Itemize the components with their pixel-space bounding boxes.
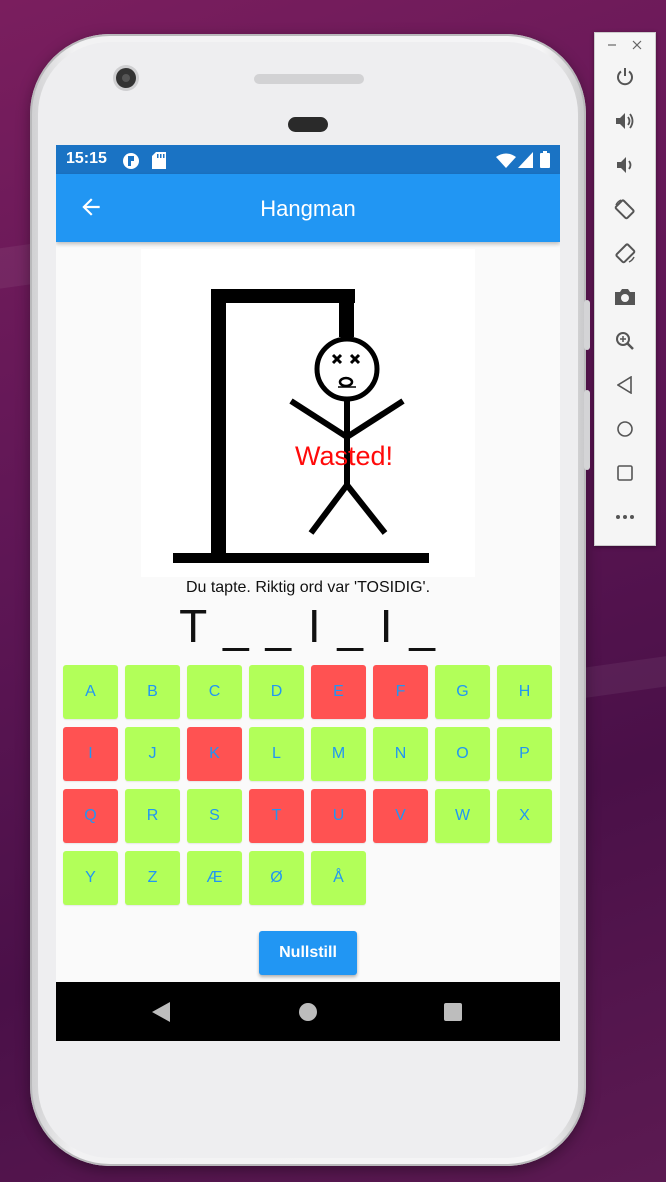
app-title: Hangman	[260, 196, 356, 221]
letter-key-n[interactable]: N	[373, 727, 428, 781]
front-camera	[116, 68, 136, 88]
rotate-right-button[interactable]	[609, 237, 641, 269]
volume-down-button[interactable]	[609, 149, 641, 181]
emulator-toolbar	[594, 32, 656, 546]
more-button[interactable]	[609, 501, 641, 533]
letter-key-v[interactable]: V	[373, 789, 428, 843]
letter-key-æ[interactable]: Æ	[187, 851, 242, 905]
rotate-left-button[interactable]	[609, 193, 641, 225]
letter-key-j[interactable]: J	[125, 727, 180, 781]
letter-key-ø[interactable]: Ø	[249, 851, 304, 905]
letter-key-s[interactable]: S	[187, 789, 242, 843]
wifi-icon	[496, 153, 516, 168]
letter-key-u[interactable]: U	[311, 789, 366, 843]
phone-speaker	[254, 74, 364, 84]
word-display: T _ _ I _ I _	[179, 600, 437, 652]
status-time: 15:15	[66, 150, 107, 167]
app-notification-icon	[123, 153, 139, 169]
phone-power-button	[584, 300, 590, 350]
letter-key-h[interactable]: H	[497, 665, 552, 719]
app-bar: Hangman	[56, 174, 560, 242]
figure-head	[314, 336, 380, 402]
sd-card-icon	[152, 152, 166, 169]
letter-key-r[interactable]: R	[125, 789, 180, 843]
back-icon	[617, 376, 632, 394]
nav-back-icon[interactable]	[152, 1002, 170, 1022]
reset-button[interactable]: Nullstill	[259, 931, 357, 975]
close-icon[interactable]	[632, 40, 642, 50]
screenshot-button[interactable]	[609, 281, 641, 313]
letter-key-g[interactable]: G	[435, 665, 490, 719]
letter-key-å[interactable]: Å	[311, 851, 366, 905]
more-icon	[616, 515, 634, 519]
emulator-toolbar-header	[595, 37, 655, 53]
letter-key-b[interactable]: B	[125, 665, 180, 719]
figure-right-leg	[344, 483, 388, 535]
letter-key-y[interactable]: Y	[63, 851, 118, 905]
zoom-icon	[616, 332, 634, 350]
nav-overview-icon[interactable]	[444, 1003, 462, 1021]
letter-key-i[interactable]: I	[63, 727, 118, 781]
volume-up-button[interactable]	[609, 105, 641, 137]
letter-key-x[interactable]: X	[497, 789, 552, 843]
emu-back-button[interactable]	[609, 369, 641, 401]
letter-key-q[interactable]: Q	[63, 789, 118, 843]
volume-down-icon	[617, 157, 632, 173]
emu-overview-button[interactable]	[609, 457, 641, 489]
android-nav-bar	[56, 982, 560, 1041]
phone-earpiece	[288, 117, 328, 132]
home-icon	[617, 421, 633, 437]
rotate-left-icon	[614, 199, 635, 220]
letter-key-w[interactable]: W	[435, 789, 490, 843]
letter-key-c[interactable]: C	[187, 665, 242, 719]
background-streak	[578, 651, 666, 699]
letter-key-m[interactable]: M	[311, 727, 366, 781]
letter-key-t[interactable]: T	[249, 789, 304, 843]
zoom-button[interactable]	[609, 325, 641, 357]
nav-home-icon[interactable]	[299, 1003, 317, 1021]
volume-up-icon	[616, 113, 634, 129]
letter-key-d[interactable]: D	[249, 665, 304, 719]
gallows-rope	[339, 289, 354, 337]
battery-icon	[540, 151, 550, 168]
letter-key-k[interactable]: K	[187, 727, 242, 781]
gallows-beam	[211, 289, 355, 303]
camera-icon	[615, 289, 635, 305]
power-icon	[617, 68, 633, 86]
figure-right-arm	[345, 398, 405, 440]
figure-left-leg	[308, 483, 350, 535]
phone-volume-button	[584, 390, 590, 470]
letter-key-a[interactable]: A	[63, 665, 118, 719]
emu-home-button[interactable]	[609, 413, 641, 445]
power-button[interactable]	[609, 61, 641, 93]
app-screen: 15:15 Hangman Wasted! Du tapte. Riktig o…	[56, 145, 560, 1041]
wasted-overlay-text: Wasted!	[295, 441, 394, 471]
gallows-post	[211, 289, 226, 555]
hangman-drawing: Wasted!	[141, 249, 475, 577]
letter-key-z[interactable]: Z	[125, 851, 180, 905]
letter-key-l[interactable]: L	[249, 727, 304, 781]
gallows-figure	[173, 289, 429, 563]
letter-key-e[interactable]: E	[311, 665, 366, 719]
status-bar: 15:15	[56, 145, 560, 174]
cell-signal-icon	[518, 152, 533, 168]
rotate-right-icon	[615, 243, 636, 264]
letter-key-f[interactable]: F	[373, 665, 428, 719]
letter-key-p[interactable]: P	[497, 727, 552, 781]
overview-icon	[617, 465, 633, 481]
minimize-icon[interactable]	[607, 40, 617, 50]
letter-key-o[interactable]: O	[435, 727, 490, 781]
figure-left-arm	[289, 398, 349, 440]
game-result-message: Du tapte. Riktig ord var 'TOSIDIG'.	[185, 579, 431, 596]
